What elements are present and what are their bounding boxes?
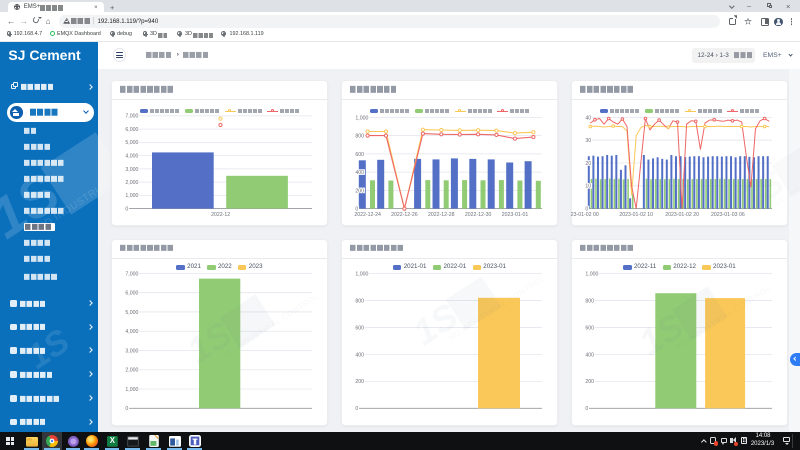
svg-text:600: 600: [355, 325, 364, 331]
svg-text:400: 400: [355, 170, 364, 176]
svg-text:200: 200: [355, 188, 364, 194]
svg-text:2023-01-03 06: 2023-01-03 06: [711, 212, 745, 218]
svg-text:2,000: 2,000: [125, 180, 138, 186]
svg-text:6,000: 6,000: [125, 290, 138, 296]
svg-text:2022-12-30: 2022-12-30: [465, 212, 492, 218]
svg-text:0: 0: [125, 207, 128, 213]
svg-text:1,000: 1,000: [355, 271, 368, 277]
svg-text:400: 400: [355, 352, 364, 358]
svg-text:2022-12-28: 2022-12-28: [428, 212, 455, 218]
svg-text:4,000: 4,000: [125, 154, 138, 160]
svg-text:2022-12-24: 2022-12-24: [354, 212, 381, 218]
svg-text:7,000: 7,000: [125, 271, 138, 277]
svg-text:40: 40: [585, 115, 591, 121]
svg-text:800: 800: [355, 298, 364, 304]
svg-text:600: 600: [355, 152, 364, 158]
svg-text:2022-12-26: 2022-12-26: [391, 212, 418, 218]
svg-text:800: 800: [355, 134, 364, 140]
svg-text:200: 200: [585, 379, 594, 385]
svg-text:2023-01-02 20: 2023-01-02 20: [665, 212, 699, 218]
svg-text:6,000: 6,000: [125, 127, 138, 133]
svg-text:5,000: 5,000: [125, 140, 138, 146]
svg-text:3,000: 3,000: [125, 167, 138, 173]
svg-text:200: 200: [355, 379, 364, 385]
svg-text:30: 30: [585, 138, 591, 144]
svg-text:1,000: 1,000: [125, 387, 138, 393]
svg-text:3,000: 3,000: [125, 348, 138, 354]
svg-text:0: 0: [585, 406, 588, 412]
svg-text:4,000: 4,000: [125, 329, 138, 335]
svg-text:1,000: 1,000: [355, 115, 368, 121]
svg-text:800: 800: [585, 298, 594, 304]
svg-text:2022-12: 2022-12: [211, 212, 230, 218]
svg-text:5,000: 5,000: [125, 310, 138, 316]
svg-text:1,000: 1,000: [585, 271, 598, 277]
svg-text:2023-01-02 10: 2023-01-02 10: [619, 212, 653, 218]
svg-text:0: 0: [355, 406, 358, 412]
svg-text:023-01-02 00: 023-01-02 00: [571, 212, 599, 218]
svg-text:7,000: 7,000: [125, 114, 138, 120]
svg-text:600: 600: [585, 325, 594, 331]
svg-text:20: 20: [585, 161, 591, 167]
svg-text:0: 0: [125, 406, 128, 412]
svg-text:400: 400: [585, 352, 594, 358]
svg-text:1,000: 1,000: [125, 193, 138, 199]
svg-text:2023-01-01: 2023-01-01: [502, 212, 529, 218]
svg-text:2,000: 2,000: [125, 367, 138, 373]
svg-text:10: 10: [585, 184, 591, 190]
